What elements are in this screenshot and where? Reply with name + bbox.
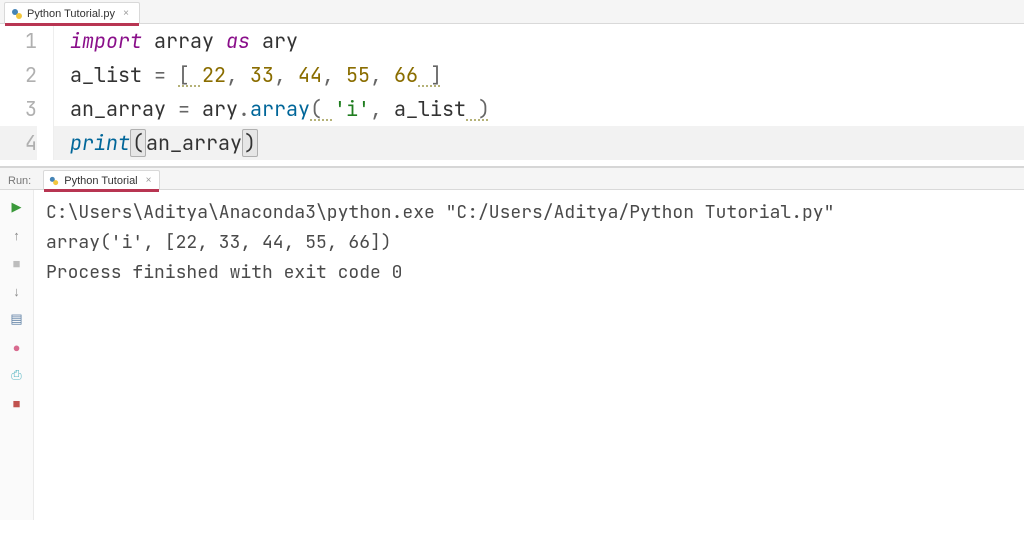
- paren-open: (: [310, 96, 334, 122]
- code-editor[interactable]: 1 2 3 4 import array as ary a_list = [ 2…: [0, 24, 1024, 160]
- keyword-import: import: [70, 28, 142, 54]
- code-line[interactable]: an_array = ary.array( 'i', a_list ): [54, 92, 1024, 126]
- line-number: 4: [0, 126, 37, 160]
- comma: ,: [370, 62, 394, 88]
- editor-tab[interactable]: Python Tutorial.py ×: [4, 2, 140, 24]
- breakpoint-icon[interactable]: ●: [8, 338, 26, 356]
- number-literal: 66: [394, 62, 418, 88]
- number-literal: 55: [346, 62, 370, 88]
- line-gutter: 1 2 3 4: [0, 24, 54, 160]
- run-config-name: Python Tutorial: [64, 175, 137, 187]
- identifier: ary: [202, 96, 238, 122]
- editor-tab-label: Python Tutorial.py: [27, 8, 115, 20]
- scroll-down-icon[interactable]: ↓: [8, 282, 26, 300]
- console-output[interactable]: C:\Users\Aditya\Anaconda3\python.exe "C:…: [34, 190, 1024, 520]
- identifier: array: [154, 28, 214, 54]
- console-line: array('i', [22, 33, 44, 55, 66]): [46, 228, 1012, 258]
- python-file-icon: [48, 175, 60, 187]
- comma: ,: [274, 62, 298, 88]
- run-toolbar: ▶ ↑ ■ ↓ ▤ ● ⎙ ■: [0, 190, 34, 520]
- identifier: a_list: [394, 96, 466, 122]
- paren-close: ): [466, 96, 490, 122]
- code-line[interactable]: import array as ary: [54, 24, 1024, 58]
- identifier: a_list: [70, 62, 142, 88]
- comma: ,: [370, 96, 394, 122]
- close-run-tab-icon[interactable]: ×: [146, 175, 152, 186]
- layout-icon[interactable]: ▤: [8, 310, 26, 328]
- operator: =: [142, 62, 178, 88]
- builtin-print: print: [70, 130, 130, 156]
- number-literal: 44: [298, 62, 322, 88]
- line-number: 3: [0, 92, 37, 126]
- dot: .: [238, 96, 250, 122]
- line-number: 2: [0, 58, 37, 92]
- close-tab-icon[interactable]: ×: [123, 8, 129, 19]
- bracket-open: [: [178, 62, 202, 88]
- code-lines: import array as ary a_list = [ 22, 33, 4…: [54, 24, 1024, 160]
- identifier: an_array: [70, 96, 166, 122]
- number-literal: 22: [202, 62, 226, 88]
- keyword-as: as: [226, 28, 250, 54]
- run-tool-window: Run: Python Tutorial × ▶ ↑ ■ ↓ ▤ ● ⎙ ■ C…: [0, 167, 1024, 520]
- run-config-tab[interactable]: Python Tutorial ×: [43, 170, 160, 190]
- matched-paren-close: ): [242, 129, 258, 157]
- python-file-icon: [11, 8, 23, 20]
- operator: =: [166, 96, 202, 122]
- rerun-icon[interactable]: ▶: [8, 198, 26, 216]
- matched-paren-open: (: [130, 129, 146, 157]
- bracket-close: ]: [418, 62, 442, 88]
- identifier: an_array: [146, 130, 242, 156]
- run-label: Run:: [4, 173, 35, 189]
- line-number: 1: [0, 24, 37, 58]
- comma: ,: [322, 62, 346, 88]
- scroll-up-icon[interactable]: ↑: [8, 226, 26, 244]
- editor-tab-bar: Python Tutorial.py ×: [0, 0, 1024, 24]
- comma: ,: [226, 62, 250, 88]
- identifier: ary: [262, 28, 298, 54]
- method-call: array: [250, 96, 310, 122]
- delete-icon[interactable]: ■: [8, 394, 26, 412]
- editor-pane: Python Tutorial.py × 1 2 3 4 import arra…: [0, 0, 1024, 167]
- print-icon[interactable]: ⎙: [8, 366, 26, 384]
- code-line-current[interactable]: print(an_array): [54, 126, 1024, 160]
- string-literal: 'i': [334, 96, 370, 122]
- run-body: ▶ ↑ ■ ↓ ▤ ● ⎙ ■ C:\Users\Aditya\Anaconda…: [0, 190, 1024, 520]
- stop-icon[interactable]: ■: [8, 254, 26, 272]
- console-line: C:\Users\Aditya\Anaconda3\python.exe "C:…: [46, 198, 1012, 228]
- console-line: Process finished with exit code 0: [46, 258, 1012, 288]
- run-tab-bar: Run: Python Tutorial ×: [0, 168, 1024, 190]
- code-line[interactable]: a_list = [ 22, 33, 44, 55, 66 ]: [54, 58, 1024, 92]
- number-literal: 33: [250, 62, 274, 88]
